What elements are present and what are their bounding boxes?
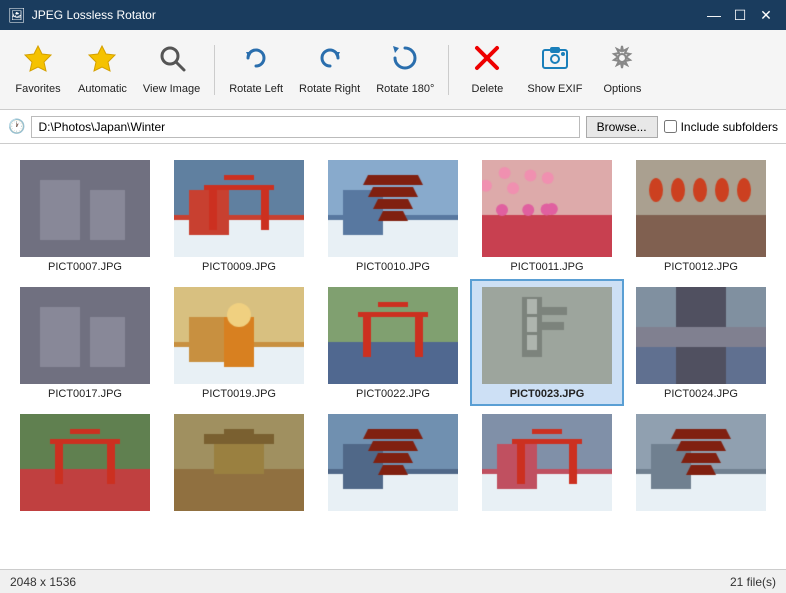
thumb-image-6: [20, 287, 150, 384]
rotate-180-button[interactable]: Rotate 180°: [370, 36, 440, 104]
thumb-label-6: PICT0017.JPG: [48, 388, 122, 400]
thumb-image-10: [636, 287, 766, 384]
image-dimensions: 2048 x 1536: [10, 575, 76, 589]
title-bar: 🖼 JPEG Lossless Rotator — ☐ ✕: [0, 0, 786, 30]
path-history-button[interactable]: 🕐: [8, 118, 25, 135]
rotate-right-label: Rotate Right: [299, 83, 360, 96]
thumb-cell-13[interactable]: [316, 406, 470, 521]
thumb-label-3: PICT0010.JPG: [356, 261, 430, 273]
rotate-left-label: Rotate Left: [229, 83, 283, 96]
thumb-image-1: [20, 160, 150, 257]
view-image-icon: [156, 42, 188, 79]
thumb-image-11: [20, 414, 150, 511]
thumb-cell-5[interactable]: PICT0012.JPG: [624, 152, 778, 279]
subfolders-text: Include subfolders: [681, 120, 778, 134]
rotate-right-icon: [314, 42, 346, 79]
thumb-image-14: [482, 414, 612, 511]
status-bar: 2048 x 1536 21 file(s): [0, 569, 786, 593]
maximize-button[interactable]: ☐: [728, 3, 752, 27]
thumb-image-3: [328, 160, 458, 257]
path-bar: 🕐 Browse... Include subfolders: [0, 110, 786, 144]
path-input[interactable]: [31, 116, 579, 138]
thumb-label-7: PICT0019.JPG: [202, 388, 276, 400]
thumb-cell-6[interactable]: PICT0017.JPG: [8, 279, 162, 406]
thumb-label-10: PICT0024.JPG: [664, 388, 738, 400]
thumb-cell-8[interactable]: PICT0022.JPG: [316, 279, 470, 406]
options-icon: [606, 42, 638, 79]
automatic-icon: [86, 42, 118, 79]
thumb-cell-11[interactable]: [8, 406, 162, 521]
main-content: PICT0007.JPG PICT0009.JPG PICT0010.JPG PICT…: [0, 144, 786, 569]
thumb-image-12: [174, 414, 304, 511]
options-button[interactable]: Options: [592, 36, 652, 104]
thumb-label-5: PICT0012.JPG: [664, 261, 738, 273]
file-count: 21 file(s): [730, 575, 776, 589]
thumb-cell-10[interactable]: PICT0024.JPG: [624, 279, 778, 406]
thumb-cell-1[interactable]: PICT0007.JPG: [8, 152, 162, 279]
rotate-180-icon: [389, 42, 421, 79]
thumb-cell-2[interactable]: PICT0009.JPG: [162, 152, 316, 279]
thumb-image-8: [328, 287, 458, 384]
favorites-label: Favorites: [15, 83, 60, 96]
favorites-icon: [22, 42, 54, 79]
thumb-cell-14[interactable]: [470, 406, 624, 521]
options-label: Options: [603, 83, 641, 96]
minimize-button[interactable]: —: [702, 3, 726, 27]
show-exif-icon: [539, 42, 571, 79]
show-exif-label: Show EXIF: [527, 83, 582, 96]
browse-button[interactable]: Browse...: [586, 116, 658, 138]
favorites-button[interactable]: Favorites: [8, 36, 68, 104]
close-button[interactable]: ✕: [754, 3, 778, 27]
subfolders-checkbox[interactable]: [664, 120, 677, 133]
delete-label: Delete: [472, 83, 504, 96]
thumb-image-2: [174, 160, 304, 257]
thumb-cell-15[interactable]: [624, 406, 778, 521]
app-icon: 🖼: [8, 7, 26, 24]
delete-button[interactable]: Delete: [457, 36, 517, 104]
show-exif-button[interactable]: Show EXIF: [521, 36, 588, 104]
rotate-180-label: Rotate 180°: [376, 83, 434, 96]
thumb-cell-7[interactable]: PICT0019.JPG: [162, 279, 316, 406]
view-image-button[interactable]: View Image: [137, 36, 206, 104]
thumb-image-7: [174, 287, 304, 384]
thumb-cell-4[interactable]: PICT0011.JPG: [470, 152, 624, 279]
thumb-image-9: [482, 287, 612, 384]
automatic-label: Automatic: [78, 83, 127, 96]
rotate-right-button[interactable]: Rotate Right: [293, 36, 366, 104]
thumb-cell-3[interactable]: PICT0010.JPG: [316, 152, 470, 279]
title-bar-left: 🖼 JPEG Lossless Rotator: [8, 7, 156, 24]
title-controls: — ☐ ✕: [702, 3, 778, 27]
thumb-image-5: [636, 160, 766, 257]
thumb-image-4: [482, 160, 612, 257]
app-title: JPEG Lossless Rotator: [32, 8, 156, 22]
thumb-label-4: PICT0011.JPG: [510, 261, 583, 273]
rotate-left-icon: [240, 42, 272, 79]
thumb-cell-9[interactable]: PICT0023.JPG: [470, 279, 624, 406]
thumb-image-13: [328, 414, 458, 511]
thumb-cell-12[interactable]: [162, 406, 316, 521]
rotate-left-button[interactable]: Rotate Left: [223, 36, 289, 104]
toolbar: Favorites Automatic View Image Rotate Left R…: [0, 30, 786, 110]
view-image-label: View Image: [143, 83, 200, 96]
gallery: PICT0007.JPG PICT0009.JPG PICT0010.JPG PICT…: [0, 144, 786, 569]
subfolders-label[interactable]: Include subfolders: [664, 120, 778, 134]
thumb-image-15: [636, 414, 766, 511]
thumb-label-8: PICT0022.JPG: [356, 388, 430, 400]
thumb-label-2: PICT0009.JPG: [202, 261, 276, 273]
toolbar-separator: [214, 45, 215, 95]
toolbar-separator-2: [448, 45, 449, 95]
automatic-button[interactable]: Automatic: [72, 36, 133, 104]
thumb-label-9: PICT0023.JPG: [510, 388, 585, 400]
thumb-label-1: PICT0007.JPG: [48, 261, 122, 273]
delete-icon: [471, 42, 503, 79]
